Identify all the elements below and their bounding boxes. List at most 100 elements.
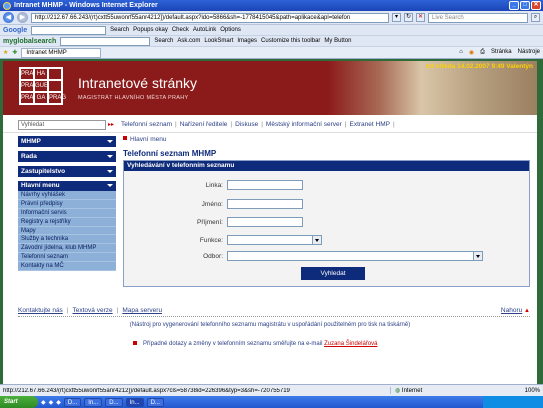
browser-chrome: ◀ ▶ http://212.67.66.243/(rt)cxtt55uwonr…	[0, 11, 543, 59]
go-arrow-icon[interactable]: ▾	[392, 13, 401, 22]
nahoru-link[interactable]: Nahoru ▲	[501, 307, 530, 316]
contact-email-link[interactable]: Zuzana Šindelářová	[324, 341, 377, 347]
prijmeni-label: Příjmení:	[196, 218, 223, 226]
linka-row: Linka:	[124, 179, 529, 191]
popups-button[interactable]: Popups okay	[133, 27, 168, 33]
menu-item[interactable]: Mapy	[18, 227, 116, 236]
add-favorites-icon[interactable]: ✚	[12, 49, 17, 56]
footer-link[interactable]: Mapa serveru	[122, 307, 162, 316]
praha-logo: PRA HA PRA GUE PRA GA PRAG	[19, 67, 66, 105]
home-icon[interactable]: ⌂	[459, 49, 463, 56]
main-menu-head[interactable]: Hlavní menu	[18, 181, 116, 191]
mgs-link[interactable]: Images	[237, 38, 257, 44]
dropdown-arrow-icon	[107, 140, 113, 143]
refresh-icon[interactable]: ↻	[404, 13, 413, 22]
tab-intranet-mhmp[interactable]: Intranet MHMP	[21, 47, 102, 58]
footer-link[interactable]: Textová verze	[73, 307, 113, 316]
vyhledat-button[interactable]: Vyhledat	[301, 267, 365, 280]
dropdown-arrow-icon	[473, 252, 482, 260]
linka-input[interactable]	[227, 180, 303, 190]
dropdown-arrow-icon	[107, 170, 113, 173]
taskbar-item[interactable]: In...	[84, 397, 103, 407]
window-titlebar: Intranet MHMP - Windows Internet Explore…	[0, 0, 543, 11]
menu-item[interactable]: Telefonní seznam	[18, 253, 116, 263]
quicklaunch-icon[interactable]: ◆	[56, 399, 61, 406]
taskbar-item[interactable]: D...	[63, 397, 82, 407]
print-icon[interactable]: ⎙	[480, 49, 485, 56]
prijmeni-input[interactable]	[227, 217, 303, 227]
search-go-button[interactable]: ▸▸	[108, 121, 114, 128]
mhmp-select[interactable]: MHMP	[18, 136, 116, 147]
phone-search-form: Vyhledávání v telefonním seznamu Linka: …	[123, 160, 530, 287]
top-links: Telefonní seznam | Nařízení ředitele | Dis…	[121, 121, 395, 128]
mgs-link[interactable]: My Button	[324, 38, 351, 44]
start-button[interactable]: Start	[0, 396, 38, 408]
menu-item[interactable]: Registry a rejstříky	[18, 218, 116, 227]
live-search-input[interactable]: Live Search	[428, 12, 528, 23]
top-link[interactable]: Městský informační server	[266, 121, 342, 128]
rada-select[interactable]: Rada	[18, 151, 116, 162]
mgs-link[interactable]: Customize this toolbar	[261, 38, 320, 44]
site-search-input[interactable]: Vyhledat	[18, 119, 106, 130]
google-logo: Google	[3, 26, 28, 34]
menu-item[interactable]: Závodní jídelna, klub MHMP	[18, 244, 116, 254]
options-button[interactable]: Options	[220, 27, 241, 33]
google-search-input[interactable]	[31, 25, 107, 35]
favorites-star-icon[interactable]: ★	[3, 49, 8, 56]
stranka-menu[interactable]: Stránka	[491, 49, 512, 56]
close-button[interactable]: ✕	[531, 1, 541, 10]
top-link[interactable]: Telefonní seznam	[121, 121, 172, 128]
window-title: Intranet MHMP - Windows Internet Explore…	[14, 2, 158, 9]
bullet-icon	[123, 136, 127, 140]
dropdown-arrow-icon	[107, 155, 113, 158]
taskbar-item[interactable]: D...	[146, 397, 164, 407]
jmeno-input[interactable]	[227, 199, 303, 209]
nastroje-menu[interactable]: Nástroje	[518, 49, 540, 56]
site-title: Intranetové stránky	[78, 75, 198, 91]
dropdown-arrow-icon	[107, 184, 113, 187]
funkce-row: Funkce:	[124, 234, 529, 246]
quicklaunch-icon[interactable]: ◆	[41, 399, 46, 406]
menu-item[interactable]: Právní předpisy	[18, 200, 116, 209]
google-toolbar: Google Search Popups okay Check AutoLink…	[0, 25, 543, 36]
main-content: Hlavní menu Telefonní seznam MHMP Vyhled…	[123, 136, 530, 287]
back-button[interactable]: ◀	[3, 12, 14, 23]
page-title: Telefonní seznam MHMP	[123, 149, 217, 158]
google-search-button[interactable]: Search	[110, 27, 129, 33]
web-page: PRA HA PRA GUE PRA GA PRAG Intranetové strán…	[3, 61, 537, 384]
check-button[interactable]: Check	[172, 27, 189, 33]
forward-button[interactable]: ▶	[17, 12, 28, 23]
top-link[interactable]: Nařízení ředitele	[180, 121, 228, 128]
top-link[interactable]: Extranet HMP	[349, 121, 389, 128]
date-display: txt středa 14.02.2007 9:49 Valentýn	[426, 63, 533, 70]
quicklaunch-icon[interactable]: ◆	[49, 399, 54, 406]
feeds-icon[interactable]: ◉	[469, 49, 474, 56]
top-link[interactable]: Diskuse	[235, 121, 258, 128]
print-tool-note[interactable]: (Nástroj pro vygenerování telefonního se…	[3, 322, 537, 328]
address-input[interactable]: http://212.67.66.243/(rt)cxtt55uwonrf55a…	[31, 12, 389, 23]
menu-item[interactable]: Kontakty na MČ	[18, 262, 116, 272]
maximize-button[interactable]: □	[520, 1, 530, 10]
mgs-link[interactable]: LookSmart	[204, 38, 233, 44]
mgs-search-button[interactable]: Search	[154, 38, 173, 44]
zastupitelstvo-select[interactable]: Zastupitelstvo	[18, 166, 116, 177]
funkce-select[interactable]	[227, 235, 322, 245]
address-bar-row: ◀ ▶ http://212.67.66.243/(rt)cxtt55uwonr…	[0, 11, 543, 25]
menu-item[interactable]: Služby a technika	[18, 235, 116, 245]
zoom-level[interactable]: 100%	[500, 388, 540, 394]
mgs-link[interactable]: Ask.com	[177, 38, 200, 44]
footer-link[interactable]: Kontaktujte nás	[18, 307, 63, 316]
menu-item[interactable]: Informační servis	[18, 209, 116, 218]
autolink-button[interactable]: AutoLink	[193, 27, 216, 33]
stop-icon[interactable]: ✕	[416, 13, 425, 22]
search-icon[interactable]: ⌕	[531, 13, 540, 22]
minimize-button[interactable]: _	[509, 1, 519, 10]
prijmeni-row: Příjmení:	[124, 216, 529, 228]
mgs-search-input[interactable]	[60, 36, 151, 46]
taskbar-item[interactable]: D...	[105, 397, 123, 407]
myglobalsearch-toolbar: myglobalsearch Search Ask.com LookSmart …	[0, 36, 543, 47]
taskbar-item[interactable]: In...	[125, 397, 144, 407]
odbor-select[interactable]	[227, 251, 483, 261]
menu-item[interactable]: Návrhy vyhlášek	[18, 191, 116, 200]
funkce-label: Funkce:	[199, 236, 223, 244]
